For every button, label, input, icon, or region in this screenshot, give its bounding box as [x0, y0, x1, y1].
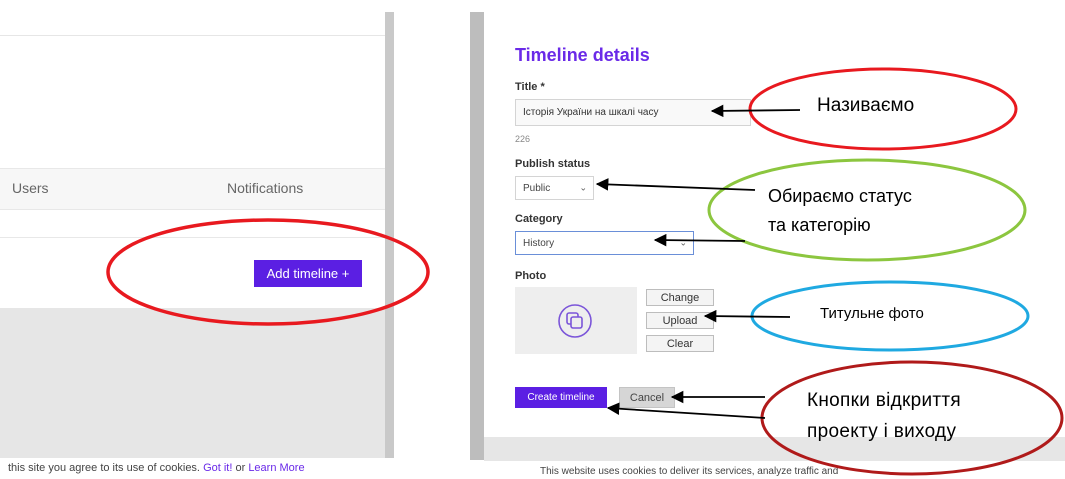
got-it-link[interactable]: Got it!	[203, 462, 232, 474]
title-label: Title *	[515, 81, 545, 93]
scrollbar[interactable]	[385, 12, 394, 458]
annotation-status-line2: та категорію	[768, 215, 871, 235]
annotation-photo: Титульне фото	[820, 305, 924, 322]
change-photo-button[interactable]: Change	[646, 289, 714, 306]
category-value: History	[523, 237, 555, 249]
annotation-status-line1: Обираємо статус	[768, 186, 912, 206]
clear-photo-button[interactable]: Clear	[646, 335, 714, 352]
content-placeholder	[0, 308, 385, 458]
title-input-value: Історія України на шкалі часу	[523, 107, 659, 118]
category-select[interactable]: History ⌄	[515, 231, 694, 255]
column-header-notifications[interactable]: Notifications	[227, 180, 303, 196]
chevron-down-icon: ⌄	[579, 182, 587, 193]
divider	[0, 35, 385, 36]
cookie-banner: this site you agree to its use of cookie…	[8, 462, 305, 474]
cancel-button[interactable]: Cancel	[619, 387, 675, 408]
publish-status-label: Publish status	[515, 158, 591, 170]
footer-band	[484, 437, 1065, 461]
cookie-text: this site you agree to its use of cookie…	[8, 462, 200, 474]
create-timeline-button[interactable]: Create timeline	[515, 387, 607, 408]
upload-photo-button[interactable]: Upload	[646, 312, 714, 329]
annotation-buttons-line2: проекту і виходу	[807, 421, 957, 442]
table-header: Users Notifications	[0, 168, 385, 210]
char-counter: 226	[515, 134, 531, 144]
add-timeline-button[interactable]: Add timeline +	[254, 260, 362, 287]
photo-label: Photo	[515, 270, 547, 282]
scrollbar[interactable]	[470, 12, 484, 460]
title-input[interactable]: Історія України на шкалі часу	[515, 99, 751, 126]
publish-status-value: Public	[523, 182, 551, 194]
category-label: Category	[515, 213, 563, 225]
column-header-users[interactable]: Users	[12, 180, 49, 196]
page-title: Timeline details	[515, 45, 650, 65]
cookie-banner: This website uses cookies to deliver its…	[540, 466, 839, 477]
copy-squares-icon	[558, 304, 592, 338]
photo-preview	[515, 287, 637, 354]
cookie-or: or	[235, 462, 246, 474]
timelines-list-panel: Users Notifications Add timeline + this …	[0, 0, 395, 479]
publish-status-select[interactable]: Public ⌄	[515, 176, 594, 200]
learn-more-link[interactable]: Learn More	[248, 462, 304, 474]
chevron-down-icon: ⌄	[679, 237, 687, 248]
annotation-buttons-line1: Кнопки відкриття	[807, 390, 962, 411]
divider	[0, 237, 385, 238]
annotation-name: Називаємо	[817, 95, 915, 116]
timeline-details-panel: Timeline details Title * Історія України…	[470, 0, 1065, 479]
